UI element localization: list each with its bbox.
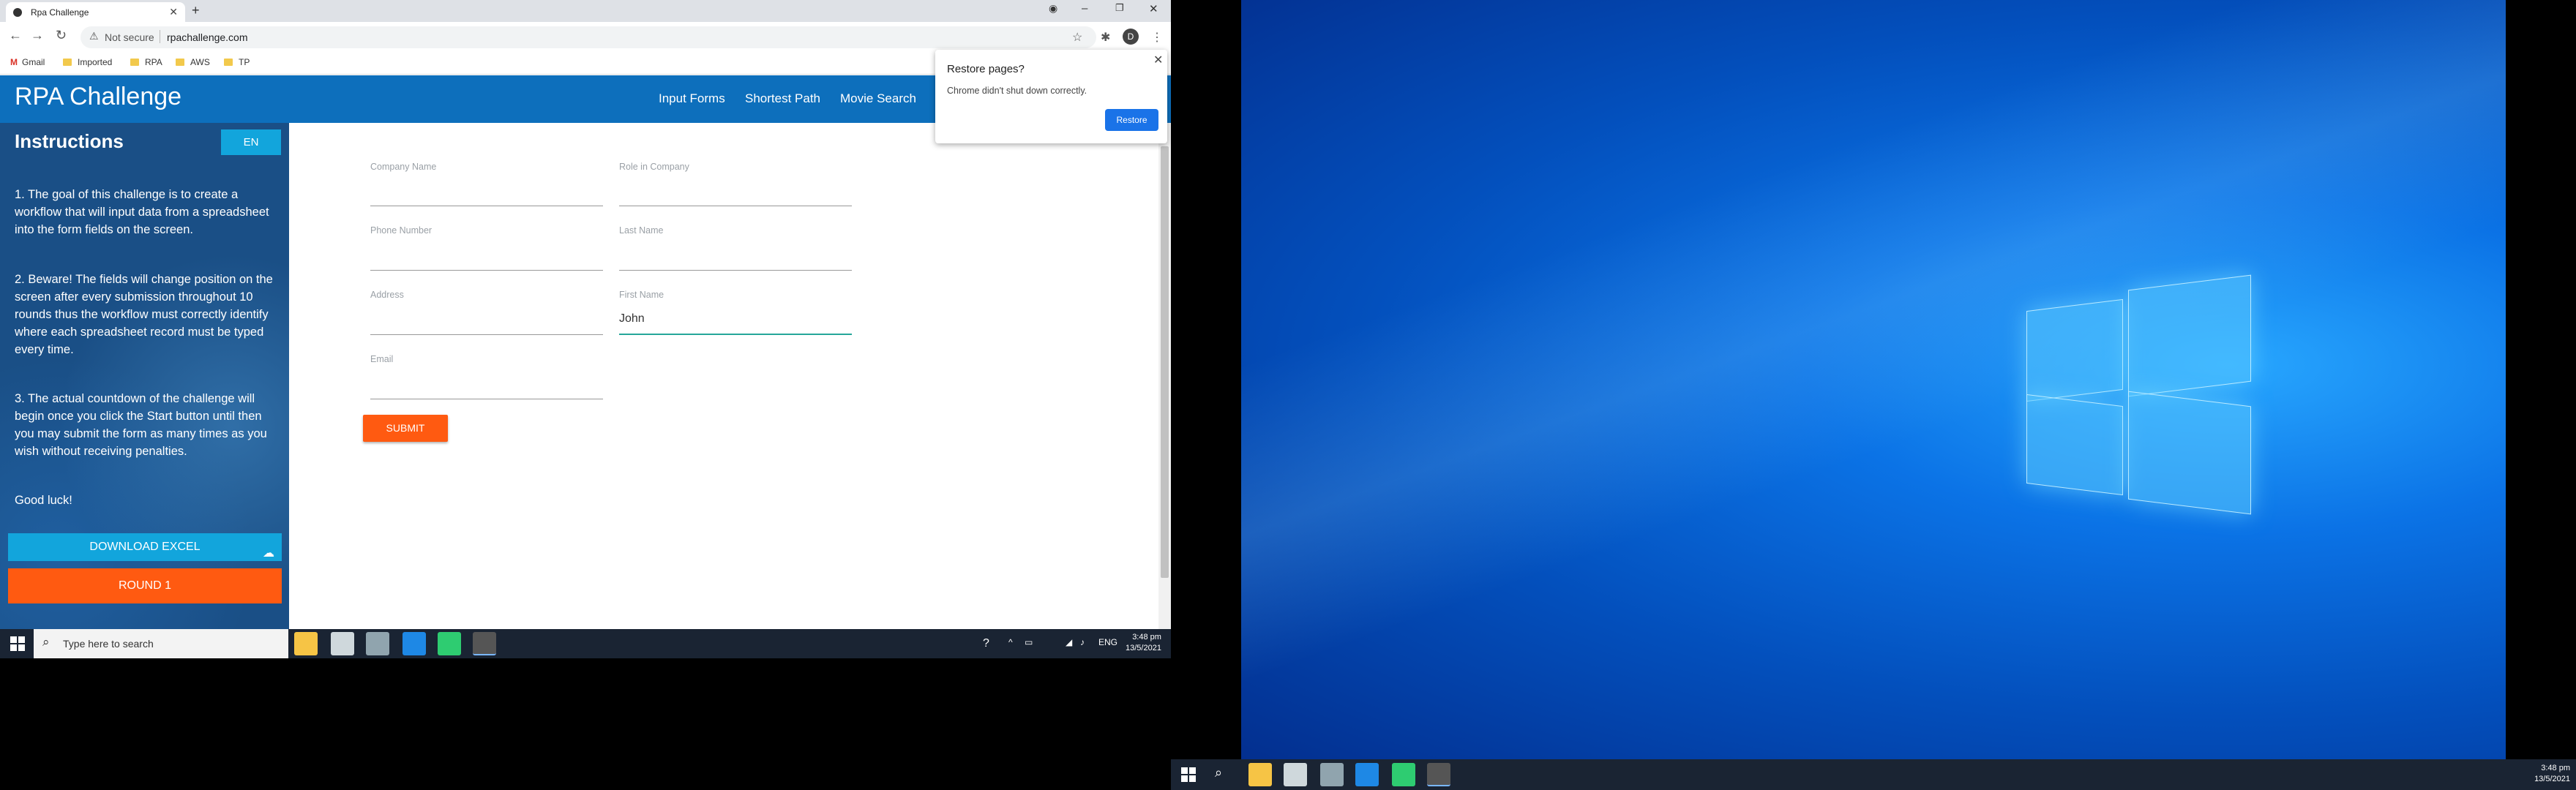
studio-app-icon[interactable] (402, 632, 426, 655)
language-indicator[interactable]: ENG (1098, 637, 1117, 647)
instruction-paragraph-1: 1. The goal of this challenge is to crea… (15, 188, 269, 236)
clock-time: 3:48 pm (1132, 633, 1161, 642)
file-explorer-icon[interactable] (1248, 763, 1272, 786)
bookmark-gmail[interactable]: M Gmail (10, 57, 45, 67)
address-input[interactable] (370, 334, 603, 335)
dialog-message: Chrome didn't shut down correctly. (947, 86, 1087, 96)
help-icon[interactable]: ? (983, 637, 989, 650)
language-button[interactable]: EN (221, 129, 281, 155)
media-control-icon[interactable]: ◉ (1049, 2, 1057, 15)
tab-title: Rpa Challenge (31, 7, 89, 18)
bookmark-rpa[interactable]: RPA (130, 57, 162, 67)
taskbar-clock-secondary[interactable]: 3:48 pm 13/5/2021 (2517, 763, 2570, 785)
menu-icon[interactable]: ⋮ (1151, 30, 1163, 45)
download-excel-label: DOWNLOAD EXCEL (89, 541, 201, 553)
scrollbar-thumb[interactable] (1161, 146, 1169, 578)
bookmark-imported[interactable]: Imported (63, 57, 112, 67)
clock-date: 13/5/2021 (1126, 644, 1161, 652)
instruction-paragraph-3: 3. The actual countdown of the challenge… (15, 392, 267, 458)
instruction-paragraph-4: Good luck! (15, 494, 72, 507)
app-icon[interactable] (331, 632, 354, 655)
app-icon[interactable] (1284, 763, 1307, 786)
forward-icon[interactable]: → (31, 28, 44, 43)
windows-logo-pane-tr (2128, 274, 2251, 397)
security-indicator[interactable]: Not secure (105, 31, 154, 43)
site-brand[interactable]: RPA Challenge (15, 83, 181, 111)
url-text[interactable]: rpachallenge.com (167, 31, 248, 43)
search-icon: ⌕ (42, 635, 50, 649)
tray-overflow-icon[interactable]: ^ (1008, 637, 1013, 647)
desktop-wallpaper (1241, 0, 2506, 759)
search-icon[interactable]: ⌕ (1215, 765, 1222, 780)
clock-date: 13/5/2021 (2534, 775, 2570, 783)
first-name-input[interactable] (619, 334, 852, 335)
phone-number-label: Phone Number (370, 225, 433, 236)
taskbar-search-placeholder: Type here to search (63, 638, 154, 650)
taskbar-clock[interactable]: 3:48 pm 13/5/2021 (1126, 632, 1161, 654)
dialog-close-icon[interactable]: ✕ (1153, 53, 1163, 67)
volume-icon[interactable]: ♪ (1080, 637, 1085, 647)
nav-shortest-path[interactable]: Shortest Path (745, 91, 820, 106)
reload-icon[interactable]: ↻ (56, 28, 67, 43)
folder-icon (130, 59, 139, 66)
windows-logo-pane-bl (2026, 394, 2123, 496)
nav-input-forms[interactable]: Input Forms (659, 91, 725, 106)
camera-app-icon[interactable] (366, 632, 389, 655)
minimize-button[interactable]: – (1082, 2, 1087, 15)
download-excel-button[interactable]: DOWNLOAD EXCEL ☁ (8, 533, 282, 561)
bookmark-tp[interactable]: TP (224, 57, 250, 67)
new-tab-button[interactable]: + (192, 3, 200, 18)
address-label: Address (370, 290, 404, 300)
nav-movie-search[interactable]: Movie Search (840, 91, 916, 106)
profile-avatar[interactable]: D (1123, 29, 1139, 45)
round-button[interactable]: ROUND 1 (8, 568, 282, 603)
instruction-paragraph-2: 2. Beware! The fields will change positi… (15, 273, 273, 356)
left-monitor: Rpa Challenge ✕ + ◉ – ❐ ✕ ← → ↻ ⚠ Not se… (0, 0, 1171, 658)
folder-icon (176, 59, 184, 66)
wallpaper-light-beam (1241, 0, 2506, 759)
start-button-secondary[interactable] (1181, 767, 1196, 782)
battery-icon[interactable]: ▭ (1025, 637, 1033, 647)
submit-button[interactable]: SUBMIT (363, 415, 448, 442)
instructions-title: Instructions (15, 130, 124, 152)
taskbar-secondary (1171, 759, 2576, 790)
email-label: Email (370, 354, 394, 364)
first-name-label: First Name (619, 290, 664, 300)
company-name-label: Company Name (370, 162, 437, 172)
windows-logo-pane-br (2128, 391, 2251, 515)
tab-close-icon[interactable]: ✕ (169, 6, 178, 18)
network-icon[interactable]: ◢ (1066, 637, 1072, 647)
chrome-icon[interactable] (473, 632, 496, 655)
extensions-icon[interactable]: ✱ (1101, 30, 1110, 45)
cloud-download-icon: ☁ (263, 547, 274, 560)
back-icon[interactable]: ← (9, 28, 22, 43)
restore-button[interactable]: Restore (1105, 109, 1158, 131)
file-explorer-icon[interactable] (294, 632, 318, 655)
tab-favicon-icon (13, 8, 22, 17)
green-app-icon[interactable] (438, 632, 461, 655)
bookmark-aws[interactable]: AWS (176, 57, 210, 67)
first-name-value[interactable]: John (619, 312, 645, 326)
last-name-label: Last Name (619, 225, 664, 236)
browser-tab[interactable]: Rpa Challenge ✕ (6, 2, 185, 22)
chrome-icon[interactable] (1427, 763, 1450, 786)
restore-button[interactable]: ❐ (1115, 2, 1124, 14)
bookmark-star-icon[interactable]: ☆ (1072, 30, 1082, 45)
phone-number-input[interactable] (370, 270, 603, 271)
role-label: Role in Company (619, 162, 689, 172)
clock-time: 3:48 pm (2541, 764, 2570, 772)
green-app-icon[interactable] (1392, 763, 1415, 786)
warning-icon[interactable]: ⚠ (89, 30, 99, 42)
last-name-input[interactable] (619, 270, 852, 271)
dialog-title: Restore pages? (947, 63, 1025, 75)
gmail-icon: M (10, 57, 18, 67)
windows-logo-pane-tl (2026, 298, 2123, 402)
start-button[interactable] (10, 636, 25, 651)
close-window-button[interactable]: ✕ (1149, 2, 1158, 15)
camera-app-icon[interactable] (1320, 763, 1344, 786)
folder-icon (224, 59, 233, 66)
folder-icon (63, 59, 72, 66)
studio-app-icon[interactable] (1355, 763, 1379, 786)
